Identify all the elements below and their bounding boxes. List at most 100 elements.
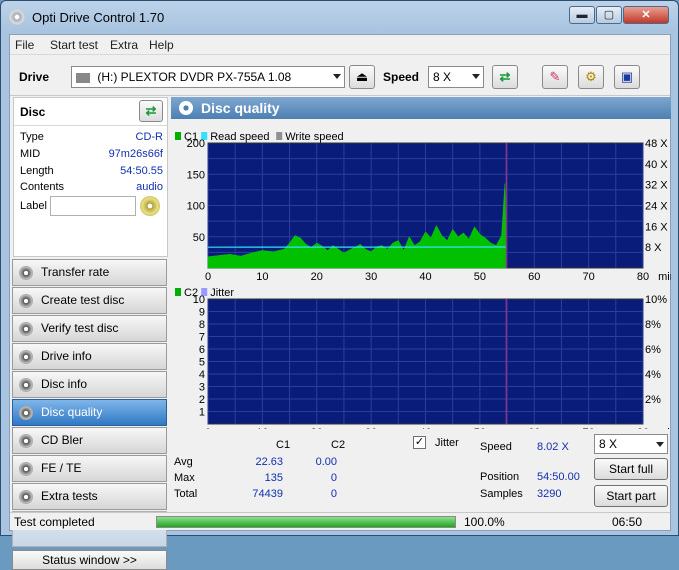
x-tick-label: 80 [637, 271, 649, 283]
disc-app-icon [9, 9, 25, 25]
position-label: Position [480, 471, 519, 483]
y-tick-label: 9 [199, 307, 205, 319]
y-tick-label: 150 [187, 169, 205, 181]
nav-label: Drive info [41, 349, 92, 363]
y2-tick-label: 8% [645, 319, 661, 331]
checkmark-icon: ✓ [415, 436, 424, 448]
menu-file[interactable]: File [15, 38, 34, 52]
disc-icon [19, 350, 33, 364]
y-tick-label: 6 [199, 344, 205, 356]
x-tick-label: 20 [311, 427, 323, 429]
samples-value: 3290 [537, 488, 561, 500]
x-tick-label: 70 [583, 427, 595, 429]
nav-verify-test-disc[interactable]: Verify test disc [12, 315, 167, 342]
status-window-button[interactable]: Status window >> [12, 550, 167, 570]
x-tick-label: 30 [365, 271, 377, 283]
jitter-checkbox[interactable]: ✓ [413, 436, 426, 449]
menu-extra[interactable]: Extra [110, 38, 138, 52]
y-tick-label: 1 [199, 407, 205, 419]
stats-avg-c1: 22.63 [241, 456, 283, 468]
x-unit-label: min [658, 427, 671, 429]
stats-total-c1: 74439 [241, 488, 283, 500]
nav-label: Create test disc [41, 293, 124, 307]
disc-label-input[interactable] [50, 196, 136, 216]
nav-extra-tests[interactable]: Extra tests [12, 483, 167, 510]
position-value: 54:50.00 [537, 471, 580, 483]
refresh-disc-button[interactable]: ⇄ [139, 100, 163, 122]
legend-swatch [175, 132, 181, 140]
disc-icon [19, 462, 33, 476]
disc-icon [19, 294, 33, 308]
x-tick-label: 10 [256, 427, 268, 429]
menu-help[interactable]: Help [149, 38, 174, 52]
nav-drive-info[interactable]: Drive info [12, 343, 167, 370]
disc-icon [19, 406, 33, 420]
panel-header: Disc quality [171, 97, 671, 119]
floppy-save-icon: ▣ [621, 69, 633, 84]
y2-tick-label: 2% [645, 394, 661, 406]
stats-total-c2: 0 [301, 488, 337, 500]
disc-label-key: Label [20, 200, 47, 212]
options-button[interactable]: ⚙ [578, 65, 604, 89]
nav-create-test-disc[interactable]: Create test disc [12, 287, 167, 314]
stats-max-c2: 0 [301, 472, 337, 484]
y2-tick-label: 4% [645, 369, 661, 381]
speed-select[interactable]: 8 X [428, 66, 484, 88]
menu-bar: File Start test Extra Help [10, 35, 670, 55]
erase-button[interactable]: ✎ [542, 65, 568, 89]
y2-tick-label: 6% [645, 344, 661, 356]
nav-label: CD Bler [41, 433, 83, 447]
speed-select-value: 8 X [433, 70, 451, 84]
close-button[interactable]: ✕ [623, 6, 669, 24]
disc-type-key: Type [20, 131, 44, 143]
refresh-icon: ⇄ [146, 103, 157, 118]
y2-tick-label: 40 X [645, 159, 668, 171]
y-tick-label: 3 [199, 382, 205, 394]
nav-cd-bler[interactable]: CD Bler [12, 427, 167, 454]
status-bar: Test completed 100.0% 06:50 [10, 512, 670, 530]
disc-contents-value: audio [136, 181, 163, 193]
x-tick-label: 80 [637, 427, 649, 429]
nav-disc-info[interactable]: Disc info [12, 371, 167, 398]
disc-length-value: 54:50.55 [120, 165, 163, 177]
progress-fill [157, 517, 455, 527]
start-full-button[interactable]: Start full [594, 458, 668, 480]
stats-col-c2: C2 [331, 439, 345, 451]
samples-label: Samples [480, 488, 523, 500]
disc-icon [19, 322, 33, 336]
y-tick-label: 7 [199, 332, 205, 344]
nav-disc-quality[interactable]: Disc quality [12, 399, 167, 426]
nav-label: Disc quality [41, 405, 102, 419]
legend-label: Read speed [210, 131, 269, 143]
x-tick-label: 50 [474, 271, 486, 283]
maximize-button[interactable]: ▢ [596, 6, 622, 24]
nav-fe-te[interactable]: FE / TE [12, 455, 167, 482]
stats-total-label: Total [174, 488, 197, 500]
divider [14, 125, 167, 126]
drive-select[interactable]: (H:) PLEXTOR DVDR PX-755A 1.08 [71, 66, 345, 88]
y-tick-label: 2 [199, 394, 205, 406]
eject-button[interactable]: ⏏ [349, 65, 375, 89]
disc-length-key: Length [20, 165, 54, 177]
minimize-button[interactable]: ▬ [569, 6, 595, 24]
nav-transfer-rate[interactable]: Transfer rate [12, 259, 167, 286]
panel-title: Disc quality [201, 100, 280, 116]
test-speed-select[interactable]: 8 X [594, 434, 668, 454]
y-tick-label: 100 [187, 201, 205, 213]
save-button[interactable]: ▣ [614, 65, 640, 89]
drive-select-value: (H:) PLEXTOR DVDR PX-755A 1.08 [97, 70, 291, 84]
title-bar[interactable]: Opti Drive Control 1.70 ▬ ▢ ✕ [1, 1, 678, 33]
disc-label-icon[interactable] [140, 196, 160, 216]
nav-label: Verify test disc [41, 321, 118, 335]
legend-swatch [276, 132, 282, 140]
menu-start-test[interactable]: Start test [50, 38, 98, 52]
y-tick-label: 10 [193, 294, 205, 306]
chevron-down-icon [656, 442, 664, 447]
start-part-button[interactable]: Start part [594, 485, 668, 507]
disc-icon [19, 266, 33, 280]
y-tick-label: 8 [199, 319, 205, 331]
refresh-speed-button[interactable]: ⇄ [492, 65, 518, 89]
toolbar: Drive (H:) PLEXTOR DVDR PX-755A 1.08 ⏏ S… [10, 56, 670, 96]
drive-icon [76, 73, 90, 83]
left-panel: Disc ⇄ Type CD-R MID 97m26s66f Length 54… [10, 97, 170, 511]
